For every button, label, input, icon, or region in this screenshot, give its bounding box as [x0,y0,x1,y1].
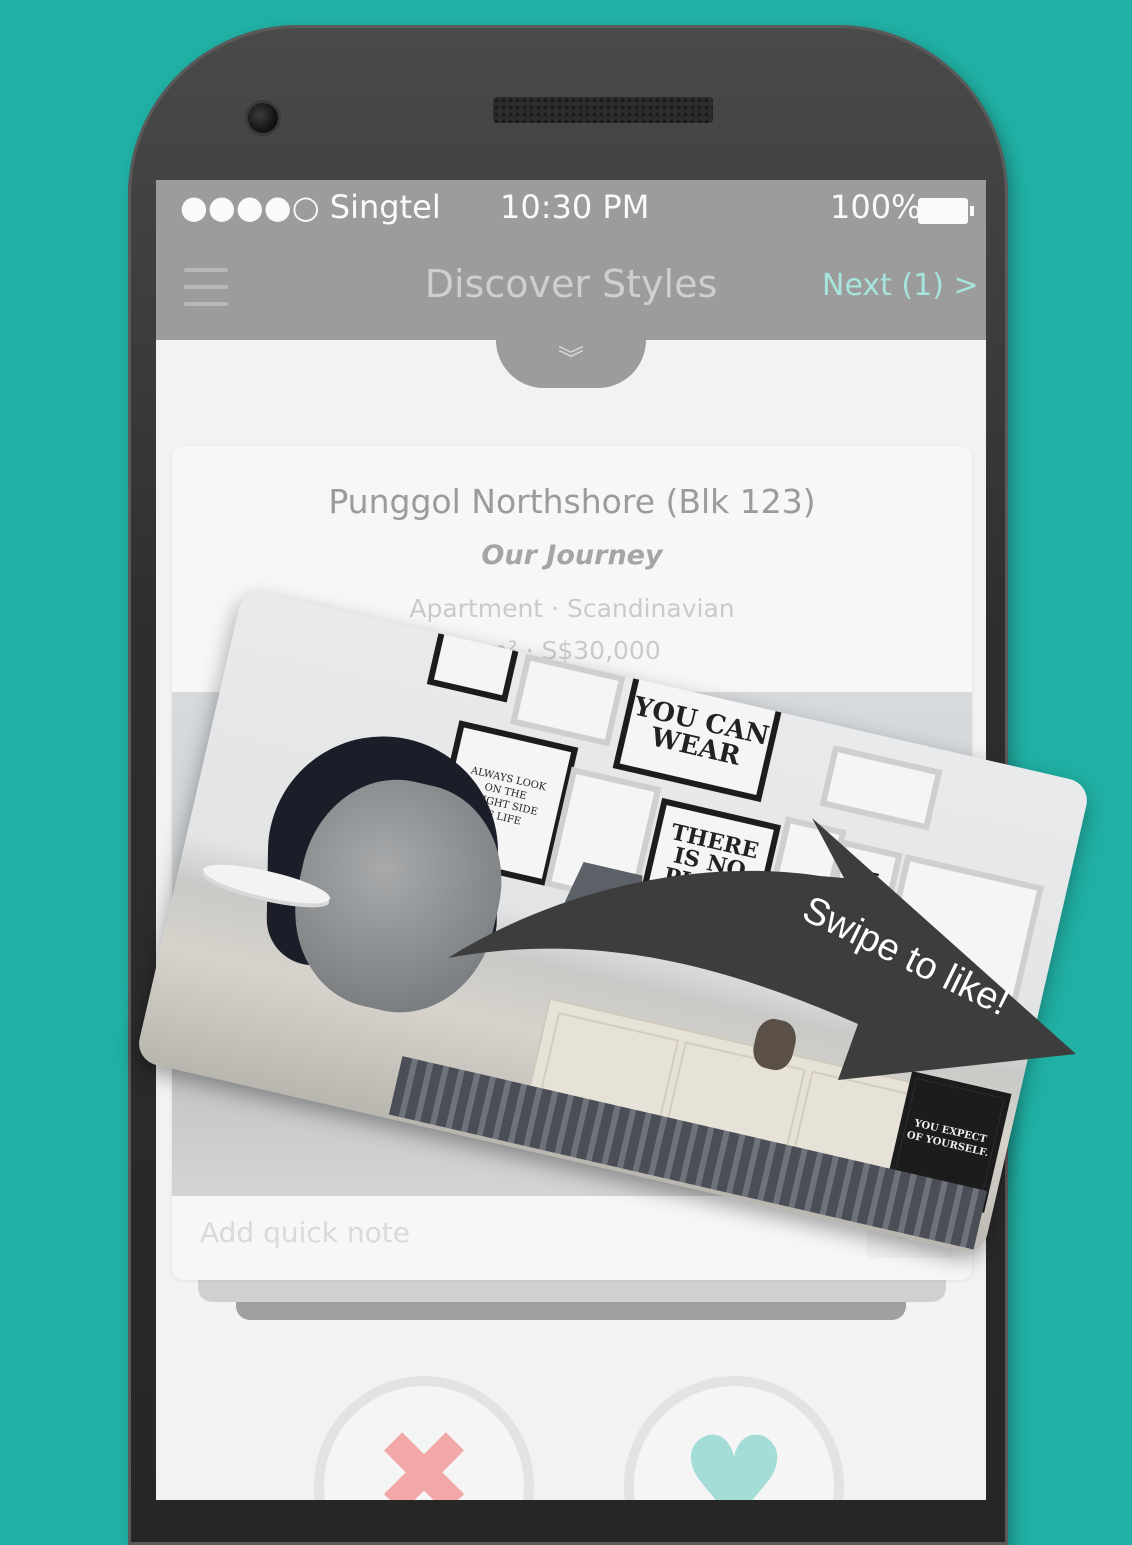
status-bar: ●●●●○ Singtel 10:30 PM 100% [156,180,986,240]
nav-bar: Discover Styles Next (1) > [156,240,986,340]
project-subtitle: Our Journey [481,540,663,571]
quick-note-input[interactable]: Add quick note [200,1216,410,1249]
project-title: Punggol Northshore (Blk 123) [328,482,816,521]
speaker-grille [493,97,713,123]
chevron-double-down-icon: ︾ [557,345,584,375]
heart-icon: ♥ [680,1412,788,1501]
close-icon: ✖ [373,1406,475,1501]
status-time: 10:30 PM [500,188,650,226]
carrier-signal: ●●●●○ Singtel [180,188,441,226]
arrow-shape [448,818,1076,1080]
front-camera [248,103,278,133]
battery-percent: 100% [830,188,922,226]
swipe-arrow: Swipe to like! [448,818,1076,1080]
battery-icon [918,198,974,224]
next-button[interactable]: Next (1) > [822,268,979,303]
dislike-button[interactable]: ✖ [314,1376,534,1500]
pull-down-tab[interactable]: ︾ [496,340,646,388]
like-button[interactable]: ♥ [624,1376,844,1500]
